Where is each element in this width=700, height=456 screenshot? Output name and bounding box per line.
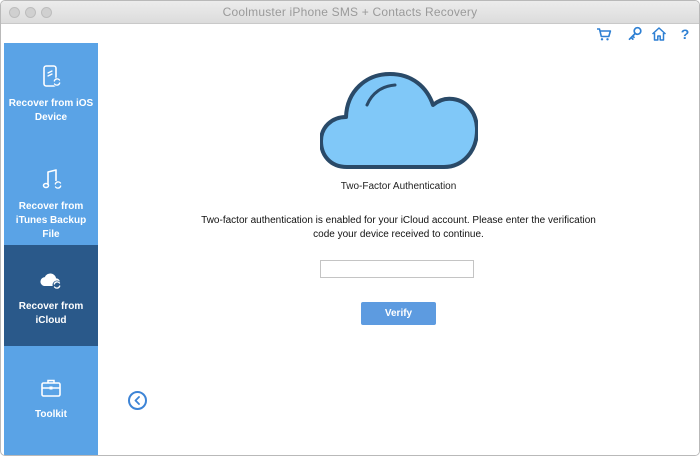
sidebar-item-label: Recover from iTunes Backup File bbox=[15, 201, 87, 240]
page-title: Two-Factor Authentication bbox=[340, 181, 457, 192]
phone-sync-icon bbox=[37, 63, 65, 91]
sidebar-item-label: Recover from iCloud bbox=[18, 301, 84, 326]
sidebar: Recover from iOS Device Recover from iTu… bbox=[4, 43, 98, 455]
sidebar-item-recover-itunes-backup[interactable]: Recover from iTunes Backup File bbox=[4, 144, 98, 245]
music-sync-icon bbox=[37, 166, 65, 194]
sidebar-item-recover-ios-device[interactable]: Recover from iOS Device bbox=[4, 43, 98, 144]
help-icon[interactable]: ? bbox=[676, 25, 694, 43]
sidebar-item-toolkit[interactable]: Toolkit bbox=[4, 354, 98, 455]
help-glyph: ? bbox=[680, 26, 690, 42]
verify-button[interactable]: Verify bbox=[361, 302, 436, 325]
top-toolbar: ? bbox=[1, 24, 699, 44]
toolbox-icon bbox=[37, 375, 65, 403]
window-title: Coolmuster iPhone SMS + Contacts Recover… bbox=[222, 5, 478, 19]
back-button[interactable] bbox=[128, 391, 147, 410]
verification-code-input[interactable] bbox=[320, 260, 474, 278]
chevron-left-icon bbox=[134, 396, 140, 405]
title-bar: Coolmuster iPhone SMS + Contacts Recover… bbox=[1, 1, 699, 24]
sidebar-item-recover-icloud[interactable]: Recover from iCloud bbox=[4, 245, 98, 346]
app-window: Coolmuster iPhone SMS + Contacts Recover… bbox=[0, 0, 700, 456]
cart-icon[interactable] bbox=[595, 25, 613, 43]
sidebar-item-label: Recover from iOS Device bbox=[8, 98, 94, 123]
key-icon[interactable] bbox=[626, 25, 644, 43]
cloud-sync-icon bbox=[37, 267, 65, 295]
icloud-cloud-icon bbox=[320, 72, 478, 169]
sidebar-item-label: Toolkit bbox=[34, 409, 68, 420]
home-icon[interactable] bbox=[650, 25, 668, 43]
main-panel: Two-Factor Authentication Two-factor aut… bbox=[98, 44, 699, 455]
instruction-text: Two-factor authentication is enabled for… bbox=[201, 215, 596, 240]
